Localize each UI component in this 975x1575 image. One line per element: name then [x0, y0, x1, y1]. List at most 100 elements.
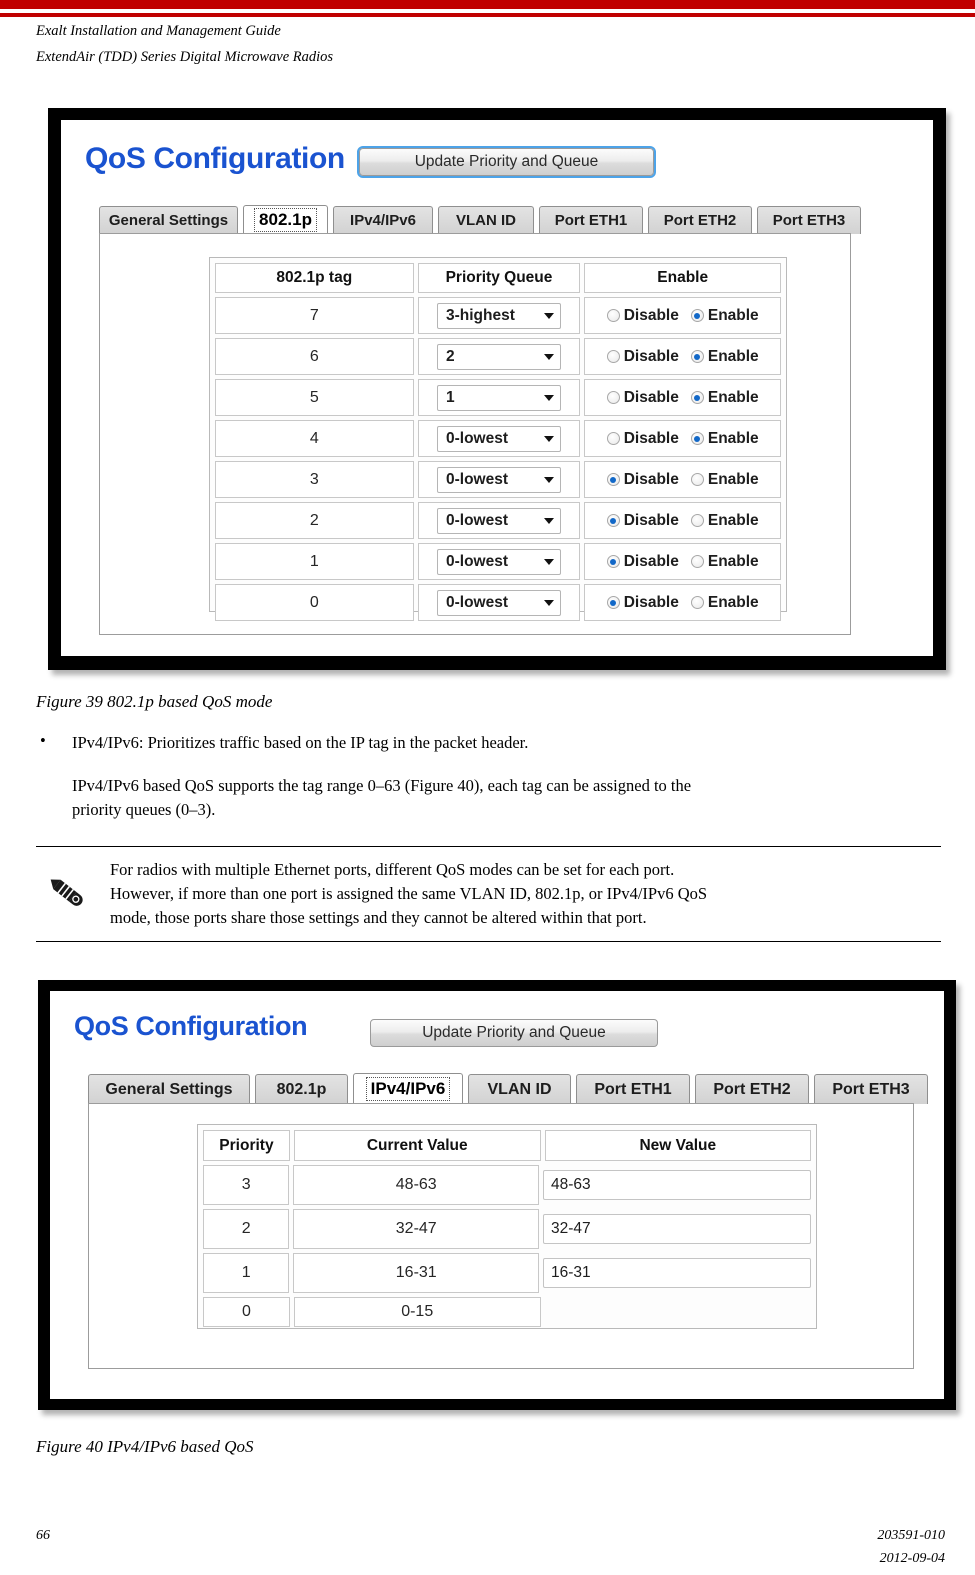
radio-button-icon	[606, 473, 620, 486]
tab-port-eth3[interactable]: Port ETH3	[757, 206, 861, 234]
tab-general-settings[interactable]: General Settings	[99, 206, 238, 234]
radio-enable[interactable]: Enable	[690, 471, 759, 489]
radio-label-enable: Enable	[707, 511, 759, 529]
tab-802-1p[interactable]: 802.1p	[255, 1074, 348, 1104]
select-value: 0-lowest	[445, 511, 508, 529]
tab-general-settings[interactable]: General Settings	[88, 1074, 250, 1104]
priority-queue-select[interactable]: 0-lowest	[436, 466, 561, 493]
radio-label-enable: Enable	[707, 306, 759, 324]
cell-current-value: 16-31	[293, 1253, 539, 1293]
radio-button-icon	[690, 309, 704, 322]
radio-label-enable: Enable	[707, 388, 759, 406]
table-row: 3 48-63 48-63	[201, 1163, 813, 1207]
cell-current-value: 32-47	[293, 1209, 539, 1249]
priority-queue-select[interactable]: 1	[436, 384, 561, 411]
select-value: 1	[445, 388, 455, 406]
select-value: 2	[445, 347, 455, 365]
cell-enable: Disable Enable	[584, 297, 781, 334]
select-value: 3-highest	[445, 306, 515, 324]
priority-queue-select[interactable]: 0-lowest	[436, 589, 561, 616]
tab-vlan-id[interactable]: VLAN ID	[468, 1074, 571, 1104]
chevron-down-icon	[543, 476, 554, 483]
select-value: 0-lowest	[445, 470, 508, 488]
cell-enable: Disable Enable	[584, 379, 781, 416]
cell-new-value: 32-47	[543, 1209, 811, 1249]
radio-enable[interactable]: Enable	[690, 552, 759, 571]
tab-port-eth1[interactable]: Port ETH1	[539, 206, 643, 234]
radio-enable[interactable]: Enable	[690, 348, 759, 366]
radio-enable[interactable]: Enable	[690, 429, 759, 448]
radio-button-icon	[606, 596, 620, 609]
chevron-down-icon	[543, 312, 554, 319]
tab-panel: 802.1p tag Priority Queue Enable 7 3-hig…	[99, 233, 851, 635]
radio-button-icon	[606, 309, 620, 322]
new-value-input[interactable]: 32-47	[543, 1214, 811, 1244]
cell-new-value-empty	[545, 1297, 811, 1327]
priority-queue-select[interactable]: 3-highest	[436, 302, 561, 329]
priority-queue-select[interactable]: 0-lowest	[436, 507, 561, 534]
chevron-down-icon	[543, 599, 554, 606]
radio-disable[interactable]: Disable	[606, 430, 679, 448]
tab-vlan-id[interactable]: VLAN ID	[438, 206, 534, 234]
tab-ipv4-ipv6[interactable]: IPv4/IPv6	[333, 206, 433, 234]
radio-label-enable: Enable	[707, 429, 759, 447]
running-head-line-1: Exalt Installation and Management Guide	[36, 23, 281, 39]
table-row: 3 0-lowest Disable Enable	[213, 459, 783, 500]
tab-port-eth1[interactable]: Port ETH1	[576, 1074, 690, 1104]
header-rule-thin	[0, 13, 975, 17]
tabstrip: General Settings 802.1p IPv4/IPv6 VLAN I…	[99, 205, 861, 234]
radio-disable[interactable]: Disable	[606, 593, 679, 612]
cell-priority: 1	[203, 1253, 290, 1293]
priority-queue-select[interactable]: 0-lowest	[436, 548, 561, 575]
update-priority-queue-button[interactable]: Update Priority and Queue	[370, 1019, 658, 1047]
priority-queue-select[interactable]: 2	[436, 343, 561, 370]
radio-disable[interactable]: Disable	[606, 389, 679, 407]
priority-queue-select[interactable]: 0-lowest	[436, 425, 561, 452]
tab-label: IPv4/IPv6	[365, 1077, 451, 1101]
radio-disable[interactable]: Disable	[606, 512, 679, 530]
enable-radio-group: Disable Enable	[606, 388, 759, 407]
tab-label: General Settings	[108, 212, 229, 229]
note-rule-top	[36, 846, 941, 847]
radio-disable[interactable]: Disable	[606, 307, 679, 325]
qos-802-1p-table: 802.1p tag Priority Queue Enable 7 3-hig…	[209, 257, 787, 621]
cell-enable: Disable Enable	[584, 420, 781, 457]
new-value-input[interactable]: 16-31	[543, 1258, 811, 1288]
qos-title: QoS Configuration	[85, 142, 345, 175]
cell-enable: Disable Enable	[584, 502, 781, 539]
radio-button-icon	[606, 391, 620, 404]
tabstrip: General Settings 802.1p IPv4/IPv6 VLAN I…	[88, 1073, 928, 1104]
new-value-input[interactable]: 48-63	[543, 1170, 811, 1200]
tab-label: Port ETH3	[772, 212, 846, 229]
tab-port-eth3[interactable]: Port ETH3	[814, 1074, 928, 1104]
cell-tag: 3	[215, 461, 414, 498]
tab-port-eth2[interactable]: Port ETH2	[695, 1074, 809, 1104]
cell-tag: 7	[215, 297, 414, 334]
chevron-down-icon	[543, 558, 554, 565]
radio-enable[interactable]: Enable	[690, 511, 759, 530]
tab-802-1p[interactable]: 802.1p	[243, 205, 328, 234]
paragraph-line-2: priority queues (0–3).	[72, 800, 216, 819]
cell-priority: 2	[203, 1209, 290, 1249]
radio-disable[interactable]: Disable	[606, 347, 679, 366]
select-value: 0-lowest	[445, 429, 508, 447]
tab-ipv4-ipv6[interactable]: IPv4/IPv6	[353, 1073, 463, 1104]
radio-enable[interactable]: Enable	[690, 594, 759, 612]
radio-disable[interactable]: Disable	[606, 553, 679, 571]
radio-enable[interactable]: Enable	[690, 388, 759, 407]
update-priority-queue-button[interactable]: Update Priority and Queue	[357, 146, 656, 178]
table-row: 0 0-15	[201, 1295, 813, 1329]
tab-port-eth2[interactable]: Port ETH2	[648, 206, 752, 234]
radio-button-icon	[606, 432, 620, 445]
radio-label-enable: Enable	[707, 552, 759, 570]
radio-enable[interactable]: Enable	[690, 306, 759, 325]
radio-label-disable: Disable	[623, 347, 679, 365]
figure-39-screenshot: QoS Configuration Update Priority and Qu…	[61, 120, 933, 656]
table-row: 5 1 Disable Enable	[213, 377, 783, 418]
radio-label-disable: Disable	[623, 593, 679, 611]
running-head-line-2: ExtendAir (TDD) Series Digital Microwave…	[36, 49, 334, 65]
radio-disable[interactable]: Disable	[606, 471, 679, 489]
pencil-icon	[44, 872, 86, 912]
table-row: 2 0-lowest Disable Enable	[213, 500, 783, 541]
cell-tag: 0	[215, 584, 414, 621]
